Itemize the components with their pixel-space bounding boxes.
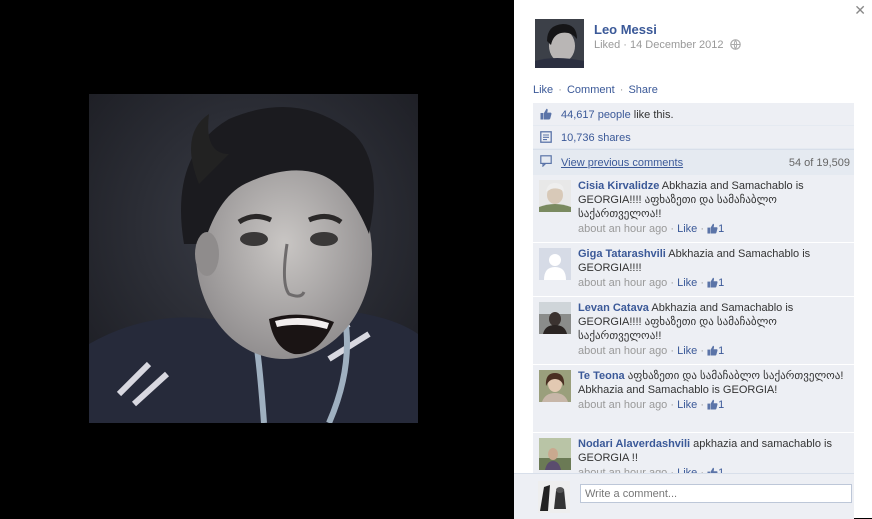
comment-time[interactable]: about an hour ago — [578, 399, 667, 411]
thumbs-up-icon — [707, 345, 718, 356]
comment-like-link[interactable]: Like — [677, 399, 697, 411]
action-separator: · — [619, 84, 624, 96]
comment-body: Levan Catava Abkhazia and Samachablo is … — [578, 301, 850, 358]
reply-bar: Write a comment... — [514, 473, 854, 519]
thumbs-up-icon — [707, 223, 718, 234]
post-date[interactable]: 14 December 2012 — [630, 39, 724, 51]
owner-avatar[interactable] — [535, 19, 584, 68]
post-owner-name[interactable]: Leo Messi — [594, 22, 657, 37]
comment-body: Giga Tatarashvili Abkhazia and Samachabl… — [578, 247, 850, 290]
comment-author[interactable]: Levan Catava — [578, 302, 649, 314]
comment-item: Giga Tatarashvili Abkhazia and Samachabl… — [533, 243, 854, 297]
like-link[interactable]: Like — [533, 84, 553, 96]
shares-count-link[interactable]: 10,736 shares — [561, 132, 631, 144]
photo-image — [89, 94, 418, 423]
comment-time[interactable]: about an hour ago — [578, 223, 667, 235]
comment-like-link[interactable]: Like — [677, 277, 697, 289]
action-separator: · — [558, 84, 562, 96]
comment-time[interactable]: about an hour ago — [578, 277, 667, 289]
comment-like-count[interactable]: 1 — [707, 345, 724, 357]
comment-like-count[interactable]: 1 — [707, 223, 724, 235]
thumbs-up-icon — [707, 399, 718, 410]
comment-like-link[interactable]: Like — [677, 345, 697, 357]
share-link[interactable]: Share — [628, 84, 657, 96]
comment-bubble-icon — [540, 155, 552, 167]
commenter-avatar[interactable] — [539, 370, 571, 402]
comment-time[interactable]: about an hour ago — [578, 345, 667, 357]
comment-footer: about an hour ago · Like · 1 — [578, 399, 725, 411]
likes-row: 44,617 people like this. — [533, 103, 854, 126]
comment-author[interactable]: Cisia Kirvalidze — [578, 180, 659, 192]
feedback-box: 44,617 people like this. 10,736 shares V… — [533, 103, 854, 518]
close-icon[interactable]: ✕ — [854, 2, 866, 19]
view-previous-comments-link[interactable]: View previous comments — [561, 157, 683, 169]
thumbs-up-icon — [707, 277, 718, 288]
photo-stage[interactable] — [0, 0, 514, 518]
shares-row: 10,736 shares — [533, 126, 854, 149]
previous-comments-row: View previous comments 54 of 19,509 — [533, 149, 854, 175]
post-actions: Like · Comment · Share — [533, 84, 658, 96]
liked-status: Liked — [594, 39, 621, 51]
post-photo[interactable] — [89, 94, 418, 423]
comment-like-number: 1 — [718, 399, 725, 411]
commenter-avatar[interactable] — [539, 180, 571, 212]
commenter-avatar[interactable] — [539, 248, 571, 280]
owner-avatar-image — [535, 19, 584, 68]
comment-like-count[interactable]: 1 — [707, 277, 724, 289]
comment-item: Cisia Kirvalidze Abkhazia and Samachablo… — [533, 175, 854, 243]
likes-count-link[interactable]: 44,617 people — [561, 109, 631, 121]
comment-like-count[interactable]: 1 — [707, 399, 724, 411]
globe-icon[interactable] — [729, 39, 741, 53]
meta-separator: · — [623, 39, 627, 51]
comment-body: Te Teona აფხაზეთი და სამაჩაბლო საქართველ… — [578, 369, 850, 412]
comment-item: Levan Catava Abkhazia and Samachablo is … — [533, 297, 854, 365]
comment-item: Te Teona აფხაზეთი და სამაჩაბლო საქართველ… — [533, 365, 854, 433]
likes-text: 44,617 people like this. — [561, 109, 674, 121]
comments-count: 54 of 19,509 — [788, 157, 850, 169]
commenter-avatar[interactable] — [539, 302, 571, 334]
current-user-avatar — [538, 481, 570, 513]
commenter-avatar[interactable] — [539, 438, 571, 470]
comment-author[interactable]: Giga Tatarashvili — [578, 248, 666, 260]
comment-footer: about an hour ago · Like · 1 — [578, 277, 725, 289]
likes-suffix: like this. — [633, 109, 674, 121]
comment-author[interactable]: Te Teona — [578, 370, 625, 382]
comment-author[interactable]: Nodari Alaverdashvili — [578, 438, 690, 450]
post-meta: Liked · 14 December 2012 — [594, 39, 741, 53]
comment-like-number: 1 — [718, 223, 725, 235]
comment-like-link[interactable]: Like — [677, 223, 697, 235]
write-comment-input[interactable]: Write a comment... — [580, 484, 852, 503]
comment-body: Cisia Kirvalidze Abkhazia and Samachablo… — [578, 179, 850, 236]
thumbs-up-icon — [540, 108, 552, 120]
comment-like-number: 1 — [718, 345, 725, 357]
share-icon — [540, 131, 552, 143]
comment-footer: about an hour ago · Like · 1 — [578, 345, 725, 357]
comment-like-number: 1 — [718, 277, 725, 289]
post-panel: ✕ Leo Messi Liked · 14 December 2012 Like … — [514, 0, 872, 519]
comment-footer: about an hour ago · Like · 1 — [578, 223, 725, 235]
comment-link[interactable]: Comment — [567, 84, 615, 96]
